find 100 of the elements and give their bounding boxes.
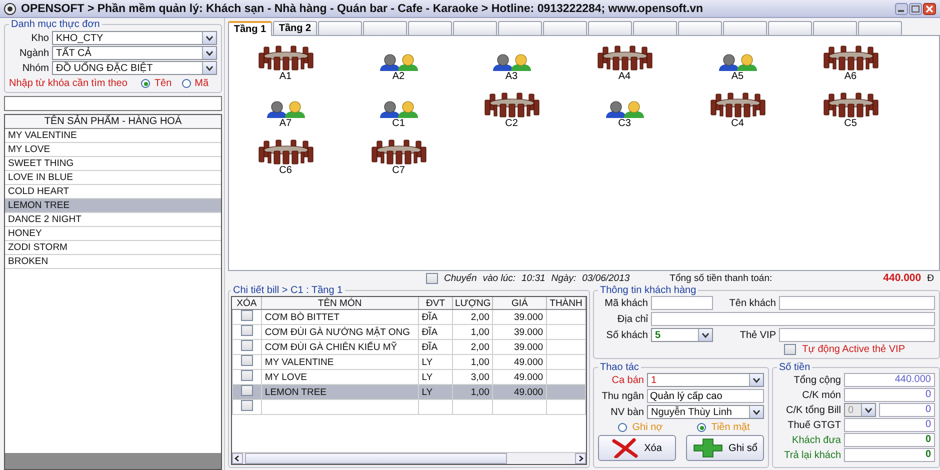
amount-field: 0 xyxy=(844,418,935,432)
field-label: Thu ngân xyxy=(600,390,644,402)
dropdown[interactable]: ĐỒ UỐNG ĐẶC BIỆT xyxy=(52,61,217,75)
amount-field: 0 xyxy=(844,448,935,462)
dropdown[interactable]: Nguyễn Thùy Linh xyxy=(647,405,764,419)
table-cell: ĐĨA xyxy=(418,340,453,354)
list-item[interactable]: SWEET THING xyxy=(5,157,221,171)
list-item[interactable]: MY LOVE xyxy=(5,143,221,157)
group-title: Thông tin khách hàng xyxy=(599,285,698,296)
table-row[interactable]: CƠM ĐÙI GÀ CHIÊN KIỂU MỸ ĐĨA 2,00 39.000 xyxy=(232,340,586,354)
table-button[interactable]: C4 xyxy=(708,91,768,133)
table-row[interactable]: MY VALENTINE LY 1,00 49.000 xyxy=(232,354,586,370)
scroll-thumb[interactable] xyxy=(245,453,507,464)
checkbox[interactable] xyxy=(240,325,253,336)
checkbox[interactable] xyxy=(240,400,253,411)
dropdown[interactable]: 5 xyxy=(651,328,713,342)
tab[interactable]: Tầng 2 xyxy=(273,21,317,35)
list-item[interactable]: LEMON TREE xyxy=(5,199,221,213)
tab[interactable] xyxy=(588,21,632,35)
tab[interactable] xyxy=(408,21,452,35)
input-field[interactable]: Quản lý cấp cao xyxy=(647,389,764,403)
table-row[interactable]: CƠM BÒ BITTET ĐĨA 2,00 39.000 xyxy=(232,310,586,324)
input-field[interactable] xyxy=(651,312,935,326)
tab[interactable] xyxy=(813,21,857,35)
radio-button[interactable] xyxy=(697,423,706,432)
tab[interactable] xyxy=(498,21,542,35)
table-button[interactable]: C7 xyxy=(368,138,428,180)
input-field[interactable] xyxy=(779,328,935,342)
table-button[interactable]: A1 xyxy=(256,44,316,86)
amount-field: 0 xyxy=(844,433,935,447)
table-row[interactable] xyxy=(232,400,586,414)
checkbox[interactable] xyxy=(240,370,253,381)
delete-button[interactable]: Xóa xyxy=(598,435,676,461)
table-button[interactable]: C6 xyxy=(256,138,316,180)
tab[interactable] xyxy=(633,21,677,35)
table-cell: ĐĨA xyxy=(418,310,453,324)
amount-label: Khách đưa xyxy=(791,434,841,446)
table-cell: LY xyxy=(418,354,453,370)
tab[interactable] xyxy=(723,21,767,35)
tab[interactable] xyxy=(453,21,497,35)
table-button[interactable]: A4 xyxy=(594,44,654,86)
tab[interactable] xyxy=(543,21,587,35)
transfer-label: Chuyển xyxy=(444,272,477,284)
time-label: vào lúc: xyxy=(482,272,516,284)
checkbox[interactable] xyxy=(784,344,796,355)
radio-button[interactable] xyxy=(618,423,628,432)
tab[interactable] xyxy=(768,21,812,35)
table-button[interactable]: C2 xyxy=(482,91,542,133)
amount-label: Trả lại khách xyxy=(783,450,841,460)
dropdown[interactable]: 1 xyxy=(647,373,764,387)
list-item[interactable]: LOVE IN BLUE xyxy=(5,171,221,185)
tab[interactable] xyxy=(363,21,407,35)
list-item[interactable]: ZODI STORM xyxy=(5,241,221,255)
chevron-down-icon xyxy=(206,36,213,40)
tab[interactable] xyxy=(678,21,722,35)
radio-button[interactable] xyxy=(141,79,150,88)
table-button[interactable]: C5 xyxy=(820,91,880,133)
table-button[interactable]: A3 xyxy=(482,44,542,86)
table-cell: 39.000 xyxy=(492,324,547,340)
checkbox[interactable] xyxy=(240,310,253,321)
list-item[interactable]: HONEY xyxy=(5,227,221,241)
tab[interactable] xyxy=(318,21,362,35)
list-item[interactable]: BROKEN xyxy=(5,255,221,269)
dropdown[interactable]: KHO_CTY xyxy=(52,31,217,45)
checkbox[interactable] xyxy=(240,340,253,351)
table-row[interactable]: LEMON TREE LY 1,00 49.000 xyxy=(232,384,586,400)
input-field[interactable] xyxy=(651,296,713,310)
scroll-right-icon xyxy=(575,453,586,464)
checkbox[interactable] xyxy=(240,355,253,366)
tab[interactable]: Tầng 1 xyxy=(228,21,272,36)
list-item[interactable]: DANCE 2 NIGHT xyxy=(5,213,221,227)
table-button[interactable]: A6 xyxy=(820,44,880,86)
group-title: Chi tiết bill > C1 : Tầng 1 xyxy=(232,285,344,296)
checkbox[interactable] xyxy=(426,272,438,284)
search-field[interactable] xyxy=(4,96,222,111)
table-button[interactable]: A5 xyxy=(708,44,768,86)
chevron-down-icon xyxy=(702,332,709,338)
amount-field: 440.000 xyxy=(844,373,935,387)
app-icon xyxy=(4,2,16,14)
checkbox[interactable] xyxy=(240,385,253,396)
close-icon xyxy=(923,2,936,14)
table-cell: CƠM BÒ BITTET xyxy=(261,310,418,324)
table-row[interactable]: CƠM ĐÙI GÀ NƯỚNG MẬT ONG ĐĨA 1,00 39.000 xyxy=(232,324,586,340)
list-item[interactable]: MY VALENTINE xyxy=(5,129,221,143)
chevron-down-icon xyxy=(865,408,872,412)
horizontal-scrollbar[interactable] xyxy=(232,452,586,464)
table-button[interactable]: C1 xyxy=(368,91,428,133)
table-button[interactable]: A7 xyxy=(256,91,316,133)
dropdown[interactable]: TẤT CẢ xyxy=(52,46,217,60)
dining-table-icon xyxy=(370,139,426,165)
table-button[interactable]: C3 xyxy=(594,91,654,133)
save-button[interactable]: Ghi sổ xyxy=(686,435,764,461)
dining-table-icon xyxy=(822,92,878,118)
field-label: Mã khách xyxy=(604,298,648,308)
total-label: Tổng số tiền thanh toán: xyxy=(670,272,774,284)
input-field[interactable] xyxy=(779,296,935,310)
tab[interactable] xyxy=(858,21,902,35)
radio-button[interactable] xyxy=(182,79,191,88)
table-button[interactable]: A2 xyxy=(368,44,428,86)
table-cell: MY VALENTINE xyxy=(261,354,418,370)
